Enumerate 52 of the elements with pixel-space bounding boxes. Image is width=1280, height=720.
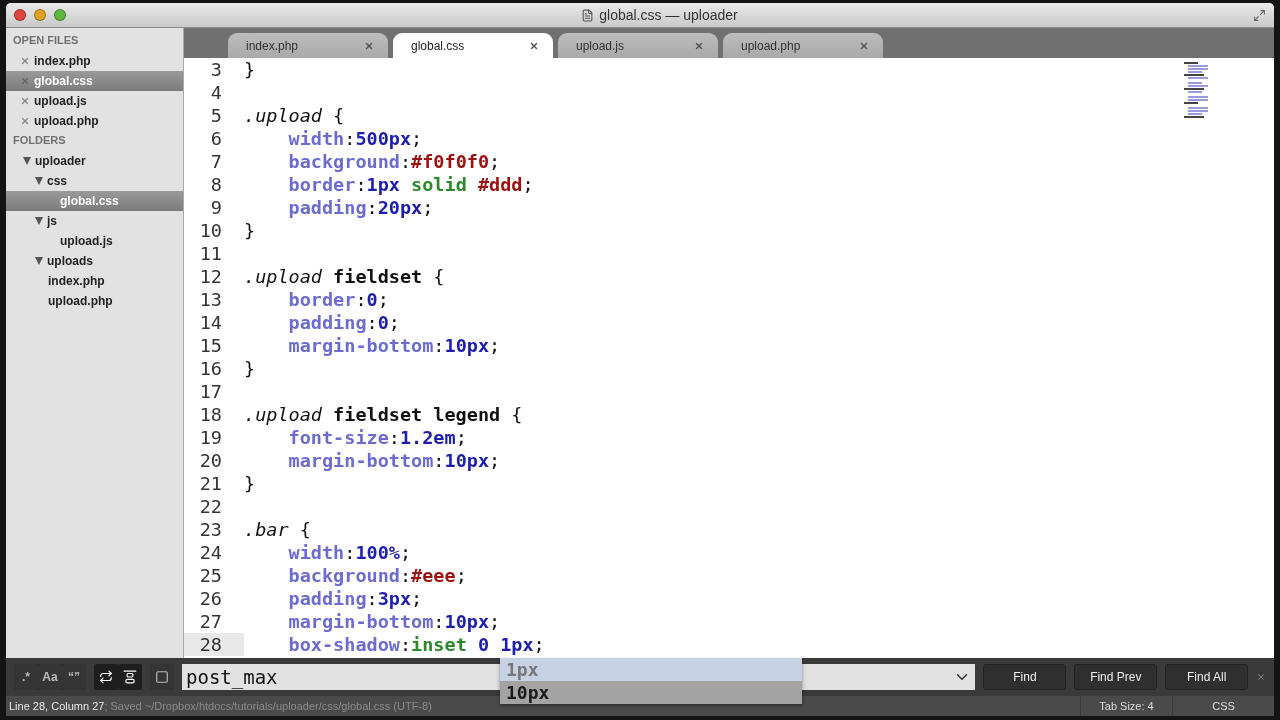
line-number: 23: [198, 518, 223, 541]
code-line: padding:0;: [287, 311, 400, 334]
line-number: 22: [198, 495, 223, 518]
code-line: padding:3px;: [287, 587, 423, 610]
line-number: 8: [209, 173, 223, 196]
code-line: }: [244, 58, 256, 81]
line-number: 27: [198, 610, 223, 633]
line-number: 14: [198, 311, 223, 334]
code-line: }: [244, 472, 256, 495]
line-number: 6: [209, 127, 223, 150]
code-line: border:0;: [287, 288, 389, 311]
code-line: margin-bottom:10px;: [287, 449, 501, 472]
code-line: border:1px solid #ddd;: [287, 173, 534, 196]
line-number: 26: [198, 587, 223, 610]
line-number: 24: [198, 541, 223, 564]
code-line: .upload {: [244, 104, 345, 127]
code-line: margin-bottom:10px;: [287, 610, 501, 633]
window-title: global.css — uploader: [599, 7, 738, 23]
code-line: box-shadow:inset 0 1px;: [287, 633, 545, 656]
line-number: 18: [198, 403, 223, 426]
line-number: 7: [209, 150, 223, 173]
code-line: background:#eee;: [287, 564, 467, 587]
code-line: width:100%;: [287, 541, 412, 564]
line-number: 25: [198, 564, 223, 587]
line-number: 20: [198, 449, 223, 472]
line-number: 5: [209, 104, 223, 127]
code-line: width:500px;: [287, 127, 423, 150]
code-line: }: [244, 357, 256, 380]
code-line: .upload fieldset {: [244, 265, 445, 288]
line-number: 10: [198, 219, 223, 242]
line-number: 19: [198, 426, 223, 449]
code-line: font-size:1.2em;: [287, 426, 467, 449]
line-number: 21: [198, 472, 223, 495]
code-line: background:#f0f0f0;: [287, 150, 501, 173]
line-number: 17: [198, 380, 223, 403]
line-number: 3: [209, 58, 223, 81]
status-message: ; Saved ~/Dropbox/htdocs/tutorials/uploader/css/global.css (UTF-8): [104, 700, 432, 712]
code-line: .bar {: [244, 518, 311, 541]
code-line: }: [244, 219, 256, 242]
sidebar-heading: OPEN FILES: [12, 33, 80, 48]
line-number: 13: [198, 288, 223, 311]
line-number: 9: [209, 196, 223, 219]
sidebar-heading: FOLDERS: [12, 133, 67, 148]
line-number: 15: [198, 334, 223, 357]
code-line: .upload fieldset legend {: [244, 403, 523, 426]
line-number: 16: [198, 357, 223, 380]
code-line: padding:20px;: [287, 196, 434, 219]
line-number: 28: [184, 633, 244, 656]
line-number: 4: [209, 81, 223, 104]
line-number: 11: [198, 242, 223, 265]
code-line: margin-bottom:10px;: [287, 334, 501, 357]
line-number: 12: [198, 265, 223, 288]
